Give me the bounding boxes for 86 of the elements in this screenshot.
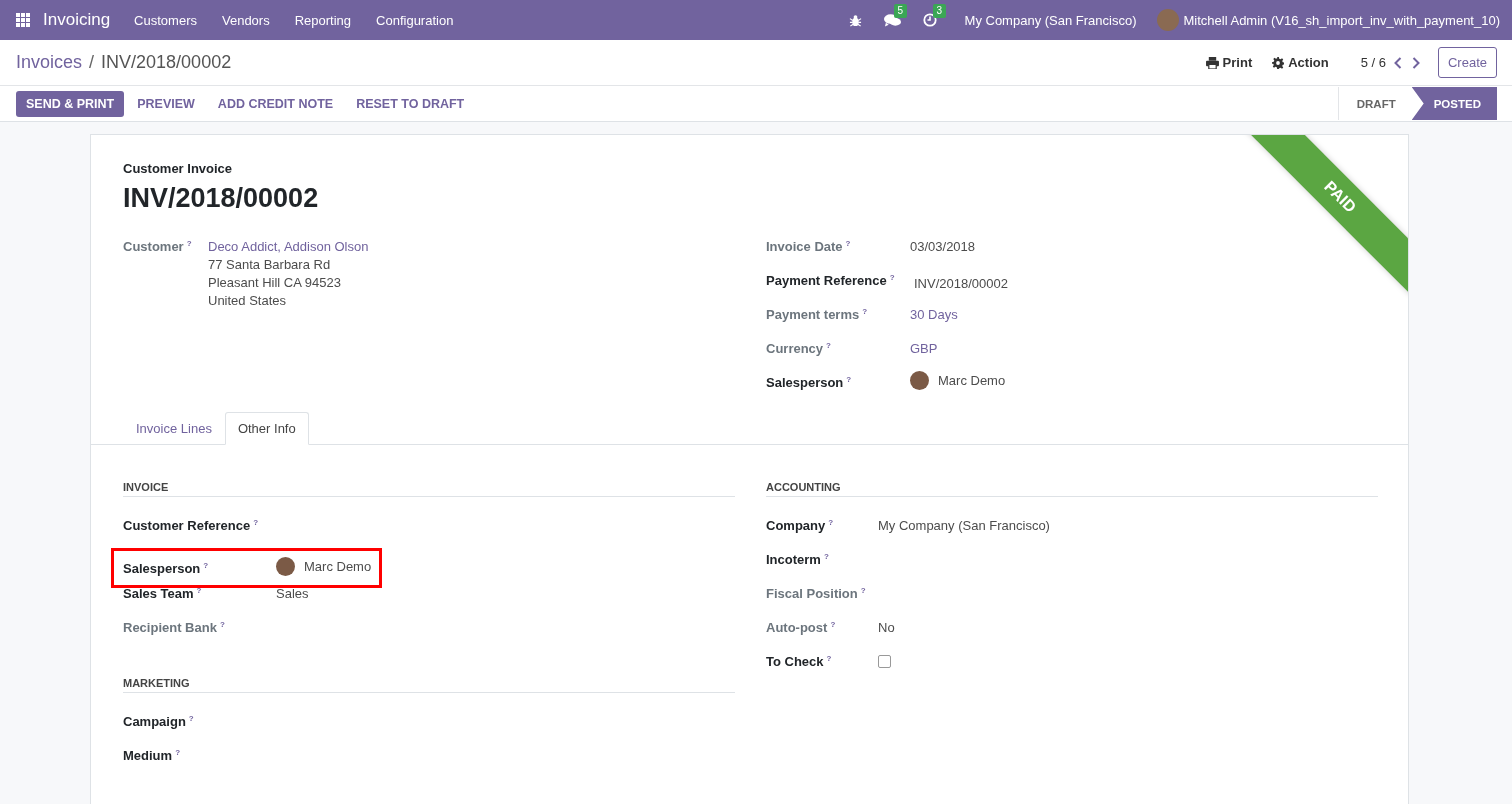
- avatar-placeholder: [910, 371, 929, 390]
- help-tooltip-mark[interactable]: ?: [845, 239, 851, 249]
- field-label: Customer: [123, 239, 184, 254]
- help-tooltip-mark[interactable]: ?: [889, 273, 895, 283]
- help-tooltip-mark[interactable]: ?: [175, 748, 180, 758]
- notification-badge: 5: [893, 4, 908, 18]
- help-tooltip-mark[interactable]: ?: [186, 239, 192, 249]
- field-label: Incoterm: [766, 552, 821, 567]
- gear-icon: [1272, 56, 1285, 69]
- field-label: Payment Reference: [766, 273, 887, 288]
- action-button[interactable]: SEND & PRINT: [16, 90, 125, 117]
- address-line: Pleasant Hill CA 94523: [208, 275, 342, 290]
- bug-icon[interactable]: [848, 13, 862, 27]
- menu-item[interactable]: Reporting: [294, 12, 352, 28]
- field-label: Salesperson: [123, 560, 201, 576]
- help-tooltip-mark[interactable]: ?: [188, 714, 194, 724]
- customer-link[interactable]: Deco Addict, Addison Olson: [208, 239, 735, 254]
- help-tooltip-mark[interactable]: ?: [826, 341, 831, 351]
- checkbox[interactable]: [878, 655, 891, 668]
- field-label: To Check: [766, 654, 824, 669]
- action-button[interactable]: PREVIEW: [127, 90, 205, 117]
- field-value-link[interactable]: 30 Days: [910, 307, 958, 322]
- field-label: Fiscal Position: [766, 586, 858, 601]
- section-heading: INVOICE: [123, 481, 735, 497]
- salesperson-value[interactable]: Marc Demo: [938, 373, 1006, 388]
- apps-grid-icon[interactable]: [16, 13, 30, 27]
- help-tooltip-mark[interactable]: ?: [826, 654, 832, 664]
- help-tooltip-mark[interactable]: ?: [823, 552, 829, 562]
- invoice-number: INV/2018/00002: [123, 183, 319, 214]
- chevron-right-icon[interactable]: [1411, 56, 1420, 69]
- status-step[interactable]: POSTED: [1411, 87, 1497, 120]
- field-value: INV/2018/00002: [914, 276, 1008, 291]
- pager-value: 5 / 6: [1360, 55, 1386, 70]
- address-line: 77 Santa Barbara Rd: [208, 257, 332, 272]
- help-tooltip-mark[interactable]: ?: [196, 586, 202, 596]
- help-tooltip-mark[interactable]: ?: [203, 560, 209, 571]
- menu-item[interactable]: Vendors: [221, 12, 270, 28]
- notification-badge: 3: [932, 4, 947, 18]
- field-value: No: [878, 620, 895, 635]
- action-button[interactable]: ADD CREDIT NOTE: [207, 90, 344, 117]
- field-label: Salesperson: [766, 375, 844, 390]
- help-tooltip-mark[interactable]: ?: [830, 620, 836, 630]
- help-tooltip-mark[interactable]: ?: [860, 586, 866, 596]
- breadcrumb-separator: /: [89, 52, 95, 73]
- field-label: Auto-post: [766, 620, 828, 635]
- company-switcher[interactable]: My Company (San Francisco): [964, 12, 1137, 28]
- address-line: United States: [208, 293, 288, 308]
- section-heading: ACCOUNTING: [766, 481, 1378, 497]
- tab[interactable]: Invoice Lines: [123, 412, 225, 445]
- field-value: 03/03/2018: [910, 239, 976, 254]
- field-label: Sales Team: [123, 586, 194, 601]
- tab[interactable]: Other Info: [224, 412, 309, 445]
- avatar-placeholder: [1156, 9, 1179, 31]
- avatar-placeholder: [276, 556, 295, 576]
- field-label: Medium: [123, 748, 173, 763]
- user-menu[interactable]: Mitchell Admin (V16_sh_import_inv_with_payment_10): [1183, 12, 1500, 28]
- field-label: Recipient Bank: [123, 620, 217, 635]
- field-label: Campaign: [123, 714, 186, 729]
- breadcrumb-link[interactable]: Invoices: [16, 52, 83, 73]
- field-label: Company: [766, 518, 826, 533]
- help-tooltip-mark[interactable]: ?: [253, 518, 259, 528]
- chevron-left-icon[interactable]: [1393, 56, 1402, 69]
- printer-icon: [1205, 56, 1219, 69]
- menu-item[interactable]: Customers: [134, 12, 197, 28]
- help-tooltip-mark[interactable]: ?: [219, 620, 225, 630]
- field-label: Currency: [766, 341, 824, 356]
- field-value: My Company (San Francisco): [878, 518, 1050, 533]
- print-button[interactable]: Print: [1205, 55, 1253, 70]
- breadcrumb-current: INV/2018/00002: [101, 52, 232, 73]
- form-subtitle: Customer Invoice: [123, 161, 234, 176]
- action-button[interactable]: Action: [1272, 55, 1329, 70]
- field-label: Payment terms: [766, 307, 860, 322]
- section-heading: MARKETING: [123, 677, 735, 693]
- menu-item[interactable]: Configuration: [376, 12, 454, 28]
- create-button[interactable]: Create: [1437, 47, 1497, 78]
- field-value-link[interactable]: GBP: [910, 341, 938, 356]
- clock-icon[interactable]: [922, 13, 937, 27]
- salesperson-value[interactable]: Marc Demo: [304, 558, 372, 574]
- help-tooltip-mark[interactable]: ?: [846, 375, 852, 385]
- action-button[interactable]: RESET TO DRAFT: [346, 90, 475, 117]
- help-tooltip-mark[interactable]: ?: [862, 307, 868, 317]
- field-label: Customer Reference: [123, 518, 251, 533]
- help-tooltip-mark[interactable]: ?: [828, 518, 834, 528]
- app-name[interactable]: Invoicing: [43, 10, 111, 30]
- field-label: Invoice Date: [766, 239, 843, 254]
- field-value: Sales: [276, 586, 309, 601]
